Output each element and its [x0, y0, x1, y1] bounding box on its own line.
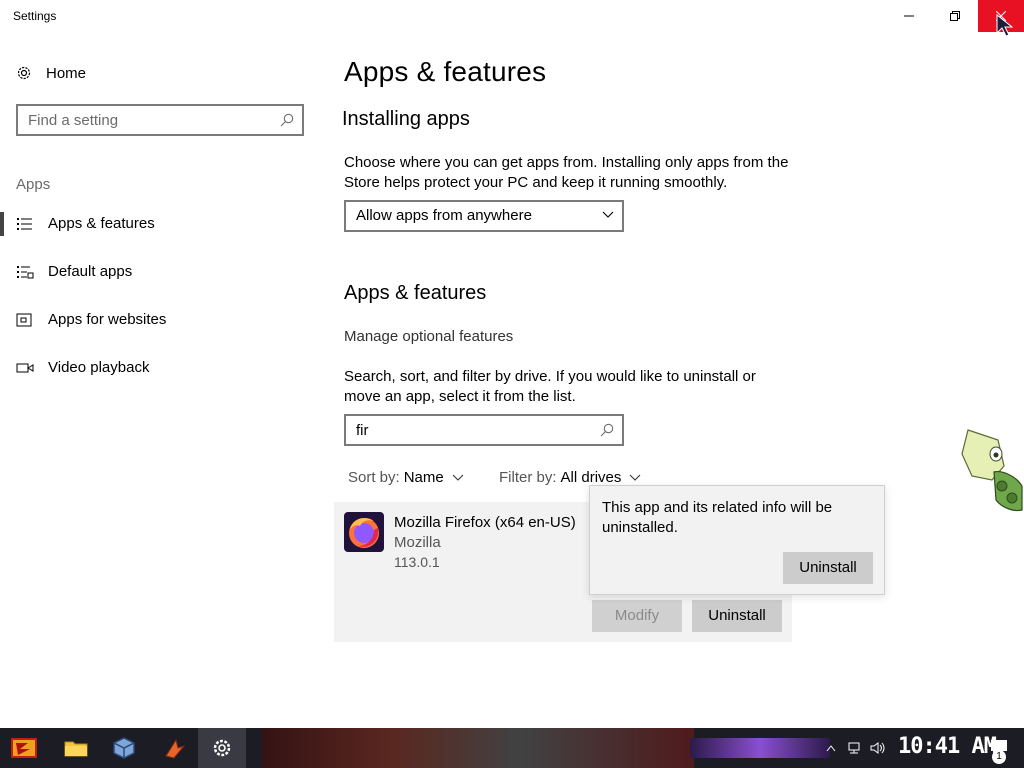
settings-window: Settings Home Apps: [0, 0, 1024, 728]
nav-home[interactable]: Home: [16, 62, 86, 84]
app-publisher: Mozilla: [394, 534, 441, 551]
filter-by-value: All drives: [560, 469, 622, 486]
taskbar-virtualbox[interactable]: [100, 728, 148, 768]
search-icon[interactable]: [600, 423, 614, 437]
taskbar-decoration: [690, 738, 830, 758]
restore-icon: [950, 11, 960, 21]
main-content: Apps & features Installing apps Choose w…: [320, 32, 960, 728]
filter-by-control[interactable]: Filter by: All drives: [499, 469, 641, 486]
sidebar-group-label: Apps: [16, 176, 51, 193]
title-bar: Settings: [0, 0, 1024, 37]
minimize-icon: [904, 15, 914, 17]
sort-by-value: Name: [403, 469, 444, 486]
settings-search-input[interactable]: [18, 106, 268, 134]
sidebar-item-default-apps[interactable]: Default apps: [0, 252, 320, 292]
arrow-app-icon: [165, 738, 186, 759]
apps-features-description: Search, sort, and filter by drive. If yo…: [344, 368, 756, 405]
network-icon[interactable]: [846, 741, 862, 755]
sidebar-item-video-playback[interactable]: Video playback: [0, 348, 320, 388]
modify-button[interactable]: Modify: [592, 600, 682, 632]
gear-icon: [17, 66, 31, 80]
filter-by-prefix: Filter by:: [499, 469, 557, 486]
sort-by-control[interactable]: Sort by: Name: [348, 469, 464, 486]
window-title: Settings: [13, 9, 57, 23]
dropdown-value: Allow apps from anywhere: [356, 207, 532, 224]
action-center-button[interactable]: 1: [976, 728, 1024, 768]
apps-features-heading: Apps & features: [344, 282, 487, 304]
chevron-down-icon: [452, 474, 464, 481]
sidebar: Home Apps Apps & features: [0, 32, 320, 728]
app-search-box: [344, 414, 624, 446]
app-source-dropdown[interactable]: Allow apps from anywhere: [344, 200, 624, 232]
uninstall-confirmation-flyout: This app and its related info will be un…: [589, 485, 885, 595]
taskbar: 10:41 AM 1: [0, 728, 1024, 768]
uninstall-button[interactable]: Uninstall: [692, 600, 782, 632]
nav-home-label: Home: [46, 64, 87, 82]
apps-features-icon: [17, 218, 32, 230]
mouse-cursor-icon: [996, 14, 1014, 37]
restore-button[interactable]: [932, 0, 978, 32]
taskbar-settings[interactable]: [198, 728, 246, 768]
sidebar-item-apps-websites[interactable]: Apps for websites: [0, 300, 320, 340]
start-button[interactable]: [0, 728, 48, 768]
taskbar-wallpaper-strip: [262, 728, 694, 768]
confirm-uninstall-button[interactable]: Uninstall: [783, 552, 873, 584]
sidebar-item-label: Video playback: [48, 359, 150, 376]
system-tray: [826, 728, 886, 768]
notification-count: 1: [992, 750, 1006, 764]
sidebar-item-label: Apps & features: [48, 215, 155, 232]
firefox-icon: [344, 512, 384, 552]
settings-search-box: [16, 104, 304, 136]
app-search-input[interactable]: [346, 416, 586, 444]
flyout-message: This app and its related info will be un…: [602, 499, 833, 536]
taskbar-file-explorer[interactable]: [52, 728, 100, 768]
page-title: Apps & features: [344, 56, 547, 87]
folder-icon: [64, 741, 88, 757]
installing-apps-heading: Installing apps: [342, 108, 470, 130]
start-icon: [11, 738, 37, 758]
app-version: 113.0.1: [394, 554, 440, 570]
chevron-up-icon[interactable]: [826, 744, 836, 752]
apps-websites-icon: [16, 313, 32, 327]
chevron-down-icon: [629, 474, 641, 481]
minimize-button[interactable]: [886, 0, 932, 32]
desktop-mascot-image: [961, 429, 1023, 512]
installing-apps-description: Choose where you can get apps from. Inst…: [344, 154, 789, 191]
cube-icon: [113, 737, 135, 759]
default-apps-icon: [17, 266, 34, 279]
taskbar-app-icon[interactable]: [150, 728, 198, 768]
app-name: Mozilla Firefox (x64 en-US): [394, 514, 576, 531]
sort-by-prefix: Sort by:: [348, 469, 400, 486]
video-playback-icon: [16, 363, 34, 373]
sidebar-item-label: Apps for websites: [48, 311, 167, 328]
sidebar-item-apps-features[interactable]: Apps & features: [0, 204, 320, 244]
sidebar-item-label: Default apps: [48, 263, 133, 280]
manage-optional-features-link[interactable]: Manage optional features: [344, 328, 513, 345]
chevron-down-icon: [602, 211, 614, 218]
search-icon[interactable]: [280, 113, 294, 127]
gear-icon: [213, 739, 231, 757]
volume-icon[interactable]: [870, 741, 886, 755]
